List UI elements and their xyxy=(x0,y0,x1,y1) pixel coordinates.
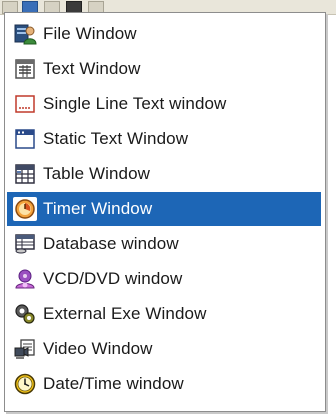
menu-item-video-window[interactable]: Video Window xyxy=(7,332,321,366)
text-window-icon xyxy=(13,57,37,81)
menu-item-label: VCD/DVD window xyxy=(43,269,183,288)
menu-item-label: Video Window xyxy=(43,339,153,358)
menu-item-label: Date/Time window xyxy=(43,374,184,393)
single-line-text-icon xyxy=(13,92,37,116)
menu-item-static-text-window[interactable]: Static Text Window xyxy=(7,122,321,156)
timer-icon xyxy=(13,197,37,221)
menu-item-label: Table Window xyxy=(43,164,151,183)
video-window-icon xyxy=(13,337,37,361)
static-text-icon xyxy=(13,127,37,151)
menu-item-label: Static Text Window xyxy=(43,129,189,148)
menu-item-label: Single Line Text window xyxy=(43,94,227,113)
menu-item-database-window[interactable]: Database window xyxy=(7,227,321,261)
vcd-dvd-icon xyxy=(13,267,37,291)
menu-item-file-window[interactable]: File Window xyxy=(7,17,321,51)
menu-item-vcd-dvd-window[interactable]: VCD/DVD window xyxy=(7,262,321,296)
external-exe-icon xyxy=(13,302,37,326)
file-window-icon xyxy=(13,22,37,46)
menu-item-label: Text Window xyxy=(43,59,141,78)
clock-icon xyxy=(13,372,37,396)
menu-item-text-window[interactable]: Text Window xyxy=(7,52,321,86)
menu-item-external-exe-window[interactable]: External Exe Window xyxy=(7,297,321,331)
menu-item-timer-window[interactable]: Timer Window xyxy=(7,192,321,226)
menu-item-label: External Exe Window xyxy=(43,304,207,323)
menu-item-table-window[interactable]: Table Window xyxy=(7,157,321,191)
table-window-icon xyxy=(13,162,37,186)
menu-item-label: File Window xyxy=(43,24,137,43)
screen: File Window Text Window Single Line Text… xyxy=(0,0,336,417)
context-menu: File Window Text Window Single Line Text… xyxy=(4,12,326,412)
database-icon xyxy=(13,232,37,256)
menu-item-label: Timer Window xyxy=(43,199,153,218)
menu-item-date-time-window[interactable]: Date/Time window xyxy=(7,367,321,401)
menu-item-label: Database window xyxy=(43,234,179,253)
menu-item-single-line-text-window[interactable]: Single Line Text window xyxy=(7,87,321,121)
